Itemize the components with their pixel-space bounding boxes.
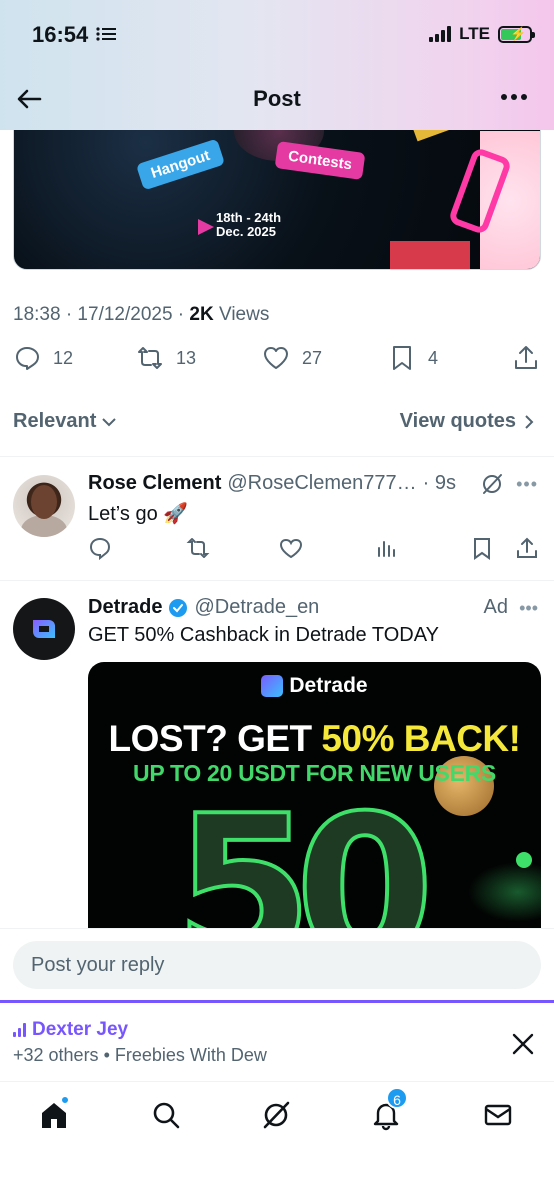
ad-text: GET 50% Cashback in Detrade TODAY — [88, 624, 439, 646]
mail-icon — [484, 1104, 512, 1126]
close-icon[interactable] — [510, 1031, 536, 1057]
detrade-logo-icon — [33, 620, 55, 638]
ad-media-big-number: 50 — [172, 773, 436, 929]
reply-input[interactable]: Post your reply — [13, 941, 541, 989]
notification-badge: 6 — [386, 1087, 408, 1109]
bottom-nav: 6 — [0, 1083, 554, 1200]
nav-home[interactable] — [38, 1095, 74, 1135]
search-icon — [153, 1102, 180, 1129]
ad-media-logo: Detrade — [88, 674, 541, 698]
divider — [0, 580, 554, 581]
space-subtitle: +32 others • Freebies With Dew — [13, 1045, 267, 1065]
grok-icon[interactable] — [480, 472, 504, 496]
nav-messages[interactable] — [482, 1099, 518, 1135]
grok-icon — [263, 1101, 290, 1129]
signal-icon — [429, 26, 452, 42]
nav-grok[interactable] — [260, 1099, 296, 1135]
heart-icon[interactable] — [279, 536, 303, 560]
more-options-icon[interactable] — [500, 90, 528, 104]
reply-time: · 9s — [422, 472, 456, 494]
space-banner[interactable]: Dexter Jey +32 others • Freebies With De… — [0, 1000, 554, 1082]
ad-more-icon[interactable]: ••• — [519, 598, 538, 619]
share-button[interactable] — [512, 344, 540, 372]
reply-author-name[interactable]: Rose Clement — [88, 472, 221, 495]
list-icon — [96, 27, 116, 41]
avatar[interactable] — [13, 475, 75, 537]
nav-explore[interactable] — [150, 1099, 186, 1135]
avatar[interactable] — [13, 598, 75, 660]
reply-more-icon[interactable]: ••• — [516, 474, 538, 495]
battery-icon: ⚡ — [498, 25, 535, 43]
view-quotes-link[interactable]: View quotes — [400, 410, 536, 433]
nav-notifications[interactable]: 6 — [370, 1087, 408, 1135]
share-icon — [515, 346, 537, 369]
bookmark-icon[interactable] — [470, 536, 494, 560]
views-label: Views — [219, 304, 270, 325]
play-triangle-icon — [198, 219, 214, 235]
post-actions: 12 13 27 4 — [0, 344, 554, 384]
top-header: 16:54 LTE ⚡ Post — [0, 0, 554, 130]
reply-actions — [0, 534, 554, 564]
divider — [0, 456, 554, 457]
chevron-right-icon — [525, 414, 534, 429]
like-button[interactable]: 27 — [262, 344, 322, 372]
media-tag-hangout: Hangout — [135, 138, 225, 191]
ad-header: Detrade @Detrade_en — [88, 596, 319, 619]
detrade-logo-icon — [261, 675, 284, 697]
media-date: 18th - 24th Dec. 2025 — [216, 210, 282, 239]
verified-badge-icon — [169, 598, 188, 617]
reply-composer: Post your reply — [0, 928, 554, 1000]
audio-bars-icon — [13, 1023, 26, 1037]
space-host: Dexter Jey — [13, 1019, 128, 1041]
ad-media-subline: UP TO 20 USDT FOR NEW USERS — [133, 760, 496, 786]
ad-author-name[interactable]: Detrade — [88, 596, 162, 619]
bookmark-icon — [393, 346, 411, 370]
share-icon[interactable] — [515, 536, 539, 560]
ad-author-handle: @Detrade_en — [194, 596, 320, 618]
status-indicators: LTE ⚡ — [429, 24, 535, 44]
page-title: Post — [253, 86, 301, 111]
repost-icon — [138, 347, 162, 369]
reply-button[interactable]: 12 — [13, 344, 73, 372]
home-unread-dot — [60, 1095, 70, 1105]
reply-author-handle: @RoseClemen777… — [227, 472, 417, 494]
media-tag-contests: Contests — [274, 140, 366, 181]
views-count: 2K — [189, 304, 214, 325]
post-media-image[interactable]: Hangout Contests 18th - 24th Dec. 2025 — [13, 110, 541, 270]
bookmark-button[interactable]: 4 — [388, 344, 438, 372]
network-type: LTE — [459, 24, 490, 43]
post-meta: 18:38 · 17/12/2025 · 2K Views — [13, 304, 269, 326]
reply-icon[interactable] — [88, 536, 112, 560]
ad-label: Ad — [483, 596, 508, 618]
status-time: 16:54 — [32, 22, 89, 47]
repost-button[interactable]: 13 — [136, 344, 196, 372]
post-timestamp: 18:38 · 17/12/2025 · — [13, 304, 185, 325]
sort-dropdown[interactable]: Relevant — [13, 410, 118, 433]
ad-media-headline: LOST? GET 50% BACK! — [108, 718, 521, 759]
heart-icon — [264, 347, 288, 369]
repost-icon[interactable] — [186, 536, 210, 560]
views-icon[interactable] — [375, 536, 399, 560]
chevron-down-icon — [102, 417, 117, 426]
reply-text: Let’s go 🚀 — [88, 503, 189, 525]
ad-media-image[interactable]: 50 Detrade LOST? GET 50% BACK! UP TO 20 … — [88, 662, 541, 928]
reply-header: Rose Clement @RoseClemen777… · 9s — [88, 472, 456, 495]
reply-icon — [16, 347, 39, 370]
